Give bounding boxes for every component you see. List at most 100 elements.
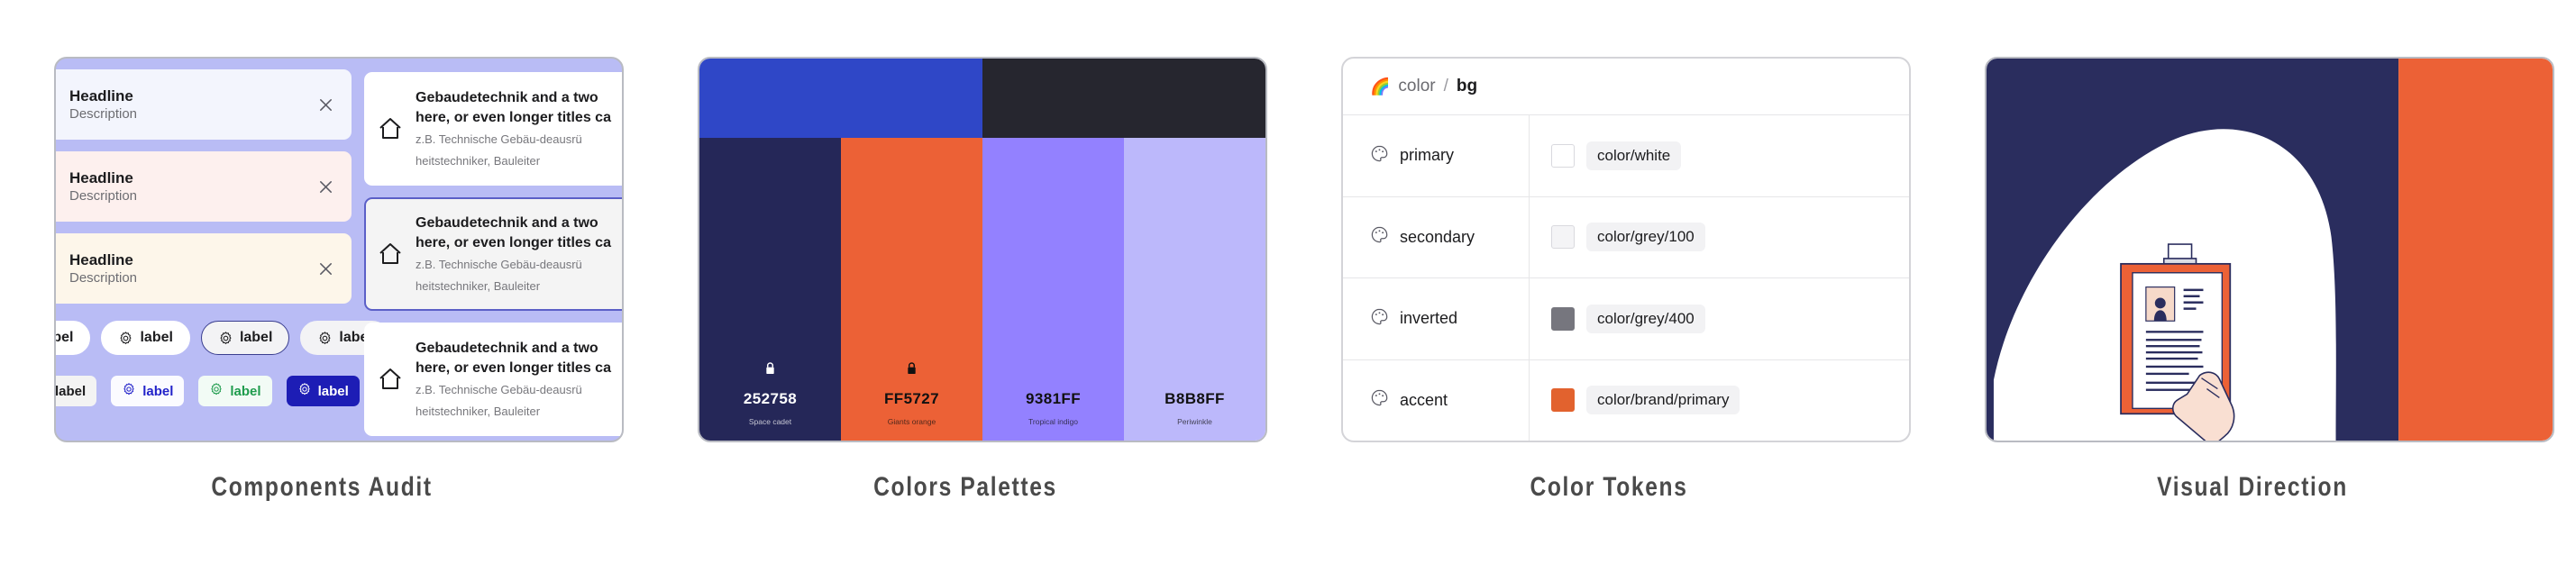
hand-holding-clipboard-resume-illustration (1987, 59, 2553, 441)
chip-label: label (317, 383, 349, 399)
palette-color-name: Periwinkle (1177, 417, 1212, 426)
info-card-3[interactable]: Gebaudetechnik and a two here, or even l… (364, 323, 622, 436)
note-warning-icon (56, 257, 58, 280)
home-icon (377, 366, 404, 393)
token-row-secondary[interactable]: secondary color/grey/100 (1343, 196, 1909, 278)
alert-title: Headline (69, 250, 133, 268)
token-name-cell: accent (1343, 359, 1530, 441)
info-card-sub: z.B. Technische Gebäu-deausrü (416, 383, 582, 397)
palette-hex-code: B8B8FF (1165, 390, 1225, 407)
palette-hex-code: FF5727 (884, 390, 939, 407)
token-name-cell: inverted (1343, 278, 1530, 359)
gear-icon (122, 382, 136, 400)
token-value-label[interactable]: color/grey/100 (1586, 223, 1705, 252)
palette-top-swatch-dark[interactable] (982, 59, 1265, 138)
palette-swatch-periwinkle[interactable]: B8B8FF Periwinkle (1124, 138, 1265, 441)
info-card-title-line2: here, or even longer titles ca (416, 234, 611, 250)
components-audit-panel: Headline Description Headline Descriptio… (54, 57, 624, 442)
token-value-cell: color/white (1530, 115, 1909, 196)
gear-icon (118, 331, 133, 346)
chip-label: label (54, 330, 74, 345)
token-value-cell: color/grey/400 (1530, 278, 1909, 359)
chip-label: label (142, 383, 174, 399)
home-icon (377, 115, 404, 142)
token-swatch[interactable] (1551, 143, 1575, 168)
palette-icon (1370, 388, 1389, 412)
chip-rounded-3[interactable]: label (200, 321, 290, 355)
color-tokens-breadcrumb: 🌈 color / bg (1343, 59, 1909, 115)
chip-square-green[interactable]: label (198, 376, 272, 406)
palette-icon (1370, 307, 1389, 331)
palette-swatch-tropical-indigo[interactable]: 9381FF Tropical indigo (982, 138, 1124, 441)
audit-left-column: Headline Description Headline Descriptio… (54, 69, 389, 441)
chip-square-blue[interactable]: label (111, 376, 185, 406)
info-card-title: Gebaudetechnik and a two (416, 90, 598, 106)
note-error-icon (56, 175, 58, 198)
panel-board: Headline Description Headline Descriptio… (0, 0, 2576, 582)
info-card-2-selected[interactable]: Gebaudetechnik and a two here, or even l… (364, 197, 622, 311)
alert-info[interactable]: Headline Description (56, 69, 352, 140)
lock-icon[interactable] (764, 361, 776, 376)
token-row-primary[interactable]: primary color/white (1343, 115, 1909, 197)
close-icon[interactable] (314, 175, 337, 198)
chip-rounded-2[interactable]: label (101, 321, 190, 355)
token-swatch[interactable] (1551, 388, 1575, 413)
token-value-label[interactable]: color/grey/400 (1586, 304, 1705, 333)
panel-caption-colors-palettes: Colors Palettes (873, 472, 1057, 502)
chip-label: label (55, 383, 87, 399)
alert-description: Description (69, 187, 138, 204)
chip-label: label (230, 383, 261, 399)
palette-icon (1370, 144, 1389, 168)
token-name-label: primary (1400, 146, 1455, 165)
palette-hex-code: 9381FF (1026, 390, 1081, 407)
info-card-sub: z.B. Technische Gebäu-deausrü (416, 132, 582, 147)
token-value-cell: color/grey/100 (1530, 197, 1909, 278)
chip-square-solid[interactable]: label (286, 376, 360, 406)
info-card-title-line2: here, or even longer titles ca (416, 359, 611, 376)
alert-title: Headline (69, 86, 133, 105)
breadcrumb-group: color (1398, 77, 1436, 95)
close-icon[interactable] (314, 93, 337, 116)
column-color-tokens: 🌈 color / bg primary color/white seconda… (1287, 0, 1931, 582)
components-audit-content: Headline Description Headline Descriptio… (54, 59, 622, 441)
token-name-cell: primary (1343, 115, 1530, 196)
note-info-icon (56, 93, 58, 116)
palette-color-name: Tropical indigo (1028, 417, 1078, 426)
token-swatch[interactable] (1551, 306, 1575, 331)
panel-caption-color-tokens: Color Tokens (1530, 472, 1688, 502)
close-icon[interactable] (314, 257, 337, 280)
token-swatch[interactable] (1551, 225, 1575, 250)
token-name-label: secondary (1400, 227, 1475, 246)
info-card-body: Gebaudetechnik and a two here, or even l… (416, 214, 622, 295)
token-row-accent[interactable]: accent color/brand/primary (1343, 359, 1909, 441)
alert-warning[interactable]: Headline Description (56, 233, 352, 304)
info-card-sub-line2: heitstechniker, Bauleiter (416, 404, 541, 418)
chip-square-grey[interactable]: label (55, 376, 97, 406)
chip-row-square: label label label label (55, 376, 360, 406)
palette-swatch-space-cadet[interactable]: 252758 Space cadet (699, 138, 841, 441)
column-components-audit: Headline Description Headline Descriptio… (0, 0, 644, 582)
rainbow-icon: 🌈 (1370, 77, 1391, 95)
token-row-inverted[interactable]: inverted color/grey/400 (1343, 278, 1909, 360)
column-visual-direction: Visual Direction (1931, 0, 2574, 582)
info-card-1[interactable]: Gebaudetechnik and a two here, or even l… (364, 72, 622, 186)
gear-icon (209, 382, 224, 400)
info-card-body: Gebaudetechnik and a two here, or even l… (416, 88, 622, 169)
lock-icon[interactable] (906, 361, 918, 376)
palette-top-swatch-blue[interactable] (699, 59, 982, 138)
token-value-label[interactable]: color/white (1586, 141, 1682, 170)
gear-icon (297, 382, 312, 400)
alert-error[interactable]: Headline Description (56, 151, 352, 222)
chip-rounded-1[interactable]: label (54, 321, 91, 355)
token-value-label[interactable]: color/brand/primary (1586, 386, 1740, 415)
color-tokens-panel: 🌈 color / bg primary color/white seconda… (1341, 57, 1911, 442)
palette-hex-code: 252758 (743, 390, 798, 407)
colors-palettes-panel: 252758 Space cadet FF5727 Giants orange … (698, 57, 1267, 442)
info-card-sub-line2: heitstechniker, Bauleiter (416, 153, 541, 168)
alert-title: Headline (69, 168, 133, 186)
column-colors-palettes: 252758 Space cadet FF5727 Giants orange … (644, 0, 1287, 582)
visual-direction-panel (1985, 57, 2554, 442)
alert-description: Description (69, 269, 138, 286)
token-name-label: inverted (1400, 309, 1458, 328)
palette-swatch-giants-orange[interactable]: FF5727 Giants orange (841, 138, 982, 441)
